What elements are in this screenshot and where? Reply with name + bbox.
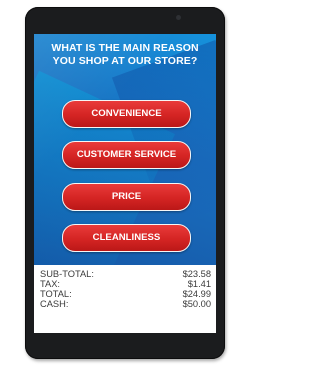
tax-row: TAX: $1.41: [40, 279, 211, 289]
answer-button-customer-service[interactable]: CUSTOMER SERVICE: [62, 141, 191, 169]
total-value: $24.99: [182, 289, 211, 299]
receipt-totals: SUB-TOTAL: $23.58 TAX: $1.41 TOTAL: $24.…: [34, 265, 216, 333]
total-row: TOTAL: $24.99: [40, 289, 211, 299]
cash-value: $50.00: [182, 299, 211, 309]
subtotal-label: SUB-TOTAL:: [40, 269, 94, 279]
question-line-2: YOU SHOP AT OUR STORE?: [52, 55, 198, 67]
total-label: TOTAL:: [40, 289, 72, 299]
question-line-1: WHAT IS THE MAIN REASON: [51, 42, 199, 54]
survey-question: WHAT IS THE MAIN REASON YOU SHOP AT OUR …: [34, 42, 216, 68]
cash-row: CASH: $50.00: [40, 299, 211, 309]
survey-screen: WHAT IS THE MAIN REASON YOU SHOP AT OUR …: [34, 34, 216, 333]
answer-button-price[interactable]: PRICE: [62, 183, 191, 211]
tax-label: TAX:: [40, 279, 60, 289]
subtotal-row: SUB-TOTAL: $23.58: [40, 269, 211, 279]
tablet-device: WHAT IS THE MAIN REASON YOU SHOP AT OUR …: [25, 7, 225, 359]
tax-value: $1.41: [187, 279, 211, 289]
answer-button-cleanliness[interactable]: CLEANLINESS: [62, 224, 191, 252]
cash-label: CASH:: [40, 299, 69, 309]
answer-button-convenience[interactable]: CONVENIENCE: [62, 100, 191, 128]
subtotal-value: $23.58: [182, 269, 211, 279]
camera-icon: [176, 15, 181, 20]
